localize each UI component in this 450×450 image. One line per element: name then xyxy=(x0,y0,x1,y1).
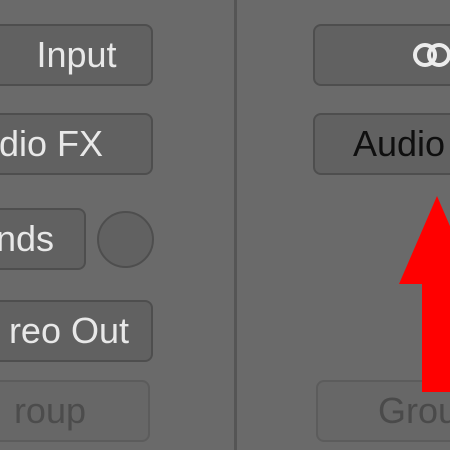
sends-slot-button[interactable]: nds xyxy=(0,208,86,270)
audio-fx-slot-label-right: Audio xyxy=(353,123,446,164)
arrow-shape xyxy=(399,196,450,392)
stereo-link-icon xyxy=(413,40,450,70)
sends-slot-label: nds xyxy=(0,218,54,259)
mixer-channel-strips: Input dio FX nds reo Out roup Audio Grou xyxy=(0,0,450,450)
audio-fx-slot-label: dio FX xyxy=(0,123,104,164)
strip-divider xyxy=(234,0,237,450)
output-slot-label: reo Out xyxy=(8,310,129,351)
red-arrow-annotation xyxy=(399,196,450,392)
group-slot-button[interactable]: roup xyxy=(0,380,150,442)
stereo-link-button[interactable] xyxy=(313,24,450,86)
send-level-knob[interactable] xyxy=(97,211,154,268)
audio-fx-slot-button-right[interactable]: Audio xyxy=(313,113,450,175)
audio-fx-slot-button[interactable]: dio FX xyxy=(0,113,153,175)
group-slot-label-right: Grou xyxy=(378,390,450,431)
output-slot-button[interactable]: reo Out xyxy=(0,300,153,362)
input-slot-button[interactable]: Input xyxy=(0,24,153,86)
group-slot-label: roup xyxy=(13,390,86,431)
input-slot-label: Input xyxy=(36,34,117,75)
